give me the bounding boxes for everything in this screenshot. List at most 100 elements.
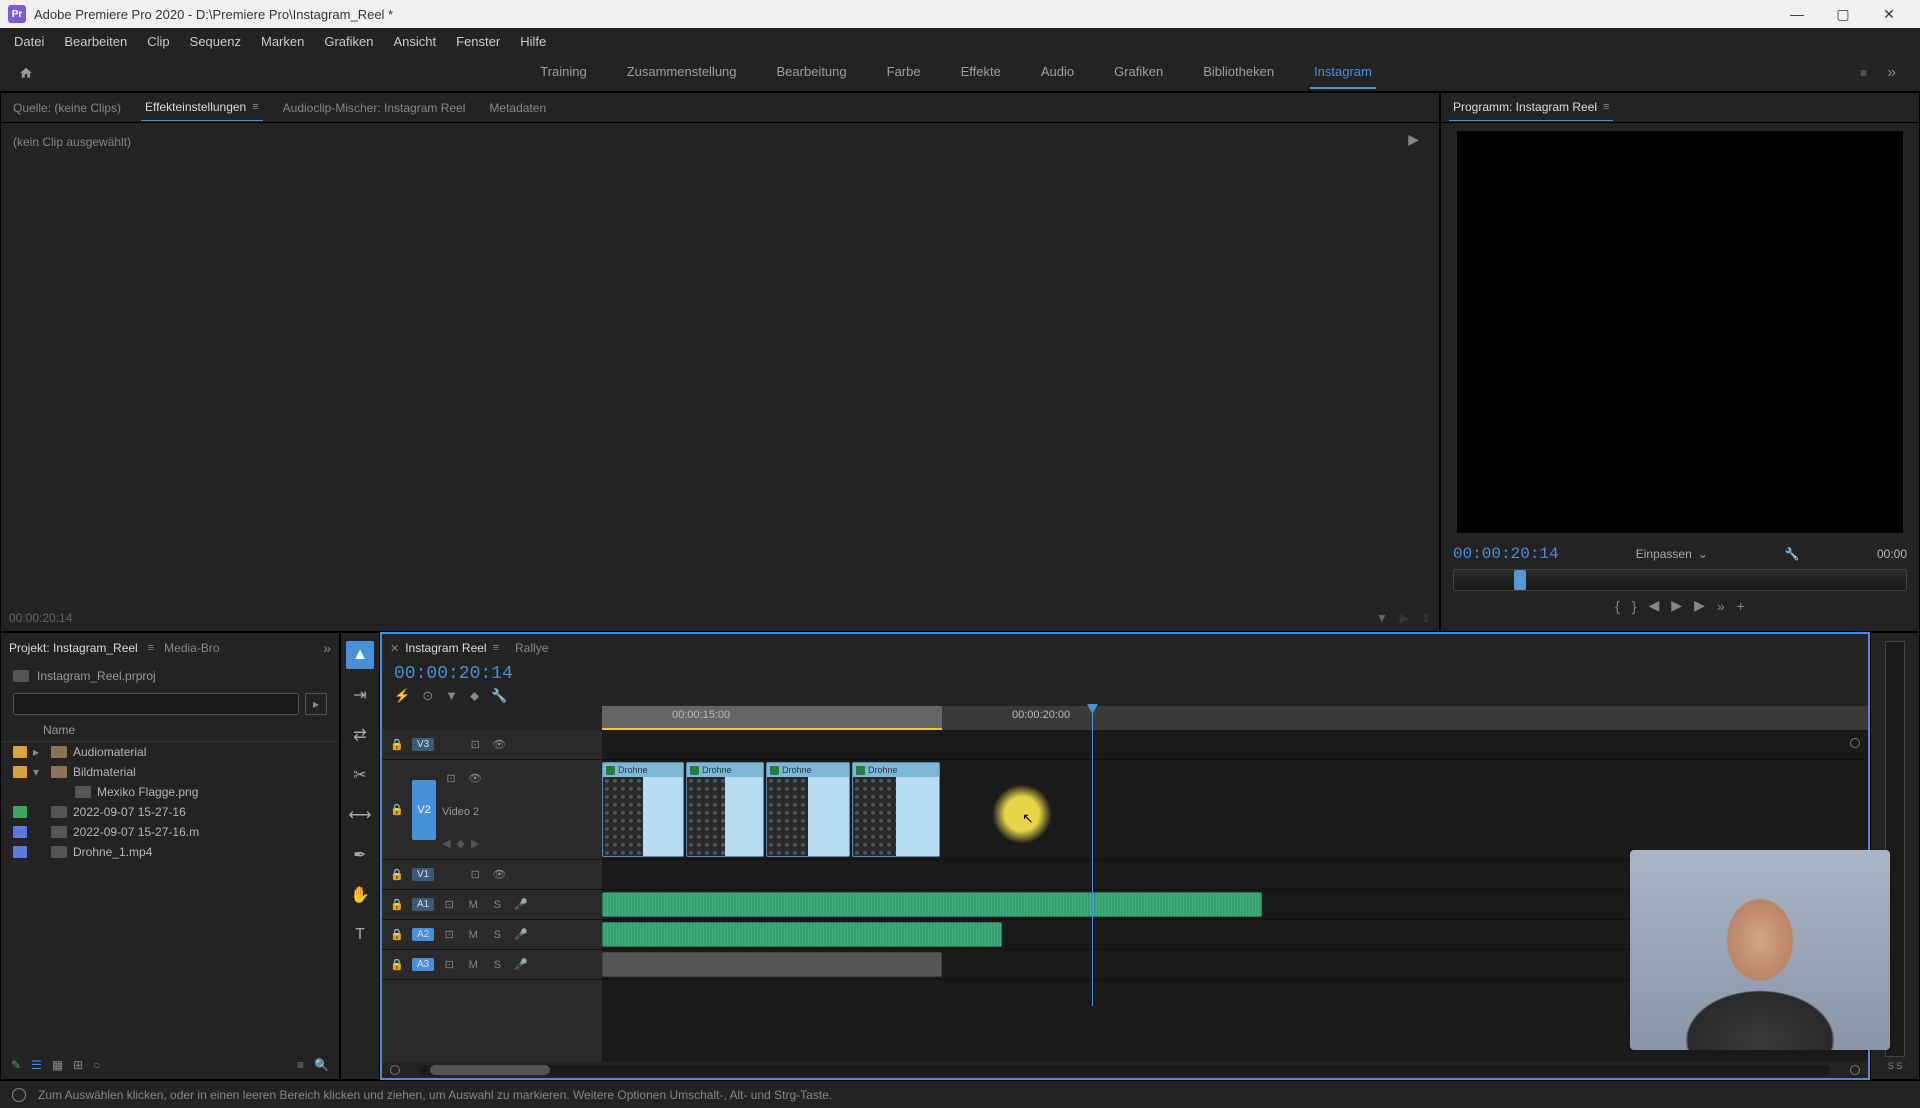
- record-icon[interactable]: 🎤: [512, 896, 530, 914]
- project-item[interactable]: Mexiko Flagge.png: [1, 782, 339, 802]
- keyframe-next-icon[interactable]: ▶: [471, 837, 479, 850]
- keyframe-add-icon[interactable]: ◆: [456, 837, 464, 850]
- step-forward-icon[interactable]: ▶: [1694, 597, 1705, 614]
- track-select-tool[interactable]: ⇥: [346, 681, 374, 709]
- export-icon[interactable]: ⇪: [1421, 611, 1431, 625]
- lock-icon[interactable]: 🔒: [388, 956, 406, 974]
- track-header-a1[interactable]: 🔒 A1 ⊡ M S 🎤: [382, 890, 602, 920]
- menu-bearbeiten[interactable]: Bearbeiten: [54, 28, 137, 54]
- workspace-overflow-icon[interactable]: »: [1875, 64, 1908, 82]
- pen-tool[interactable]: ✒: [346, 841, 374, 869]
- source-tab[interactable]: Metadaten: [485, 95, 550, 121]
- track-header-v2[interactable]: 🔒 V2 ⊡ 👁 Video 2 ◀ ◆ ▶: [382, 760, 602, 860]
- sync-lock-icon[interactable]: ⊡: [440, 956, 458, 974]
- video-clip[interactable]: Drohne: [686, 762, 764, 857]
- play-icon[interactable]: ▶: [1400, 611, 1409, 625]
- program-tab[interactable]: Programm: Instagram Reel ≡: [1449, 94, 1613, 121]
- track-label[interactable]: V3: [412, 738, 434, 751]
- playhead[interactable]: [1092, 706, 1093, 1006]
- track-target-v2[interactable]: V2: [412, 780, 436, 840]
- lock-icon[interactable]: 🔒: [388, 926, 406, 944]
- sync-lock-icon[interactable]: ⊡: [440, 896, 458, 914]
- project-bin[interactable]: ▸Audiomaterial: [1, 742, 339, 762]
- video-clip[interactable]: Drohne: [852, 762, 940, 857]
- tab-menu-icon[interactable]: ≡: [252, 101, 258, 113]
- wrench-icon[interactable]: 🔧: [491, 688, 507, 704]
- menu-fenster[interactable]: Fenster: [446, 28, 510, 54]
- workspace-tab-effekte[interactable]: Effekte: [957, 56, 1005, 89]
- track-options-icon[interactable]: [1850, 738, 1860, 748]
- project-search-input[interactable]: [13, 693, 299, 715]
- solo-button[interactable]: S: [488, 926, 506, 944]
- keyframe-prev-icon[interactable]: ◀: [442, 837, 450, 850]
- source-tab[interactable]: Quelle: (keine Clips): [9, 95, 125, 121]
- work-area-bar[interactable]: [602, 706, 942, 730]
- fx-badge-icon[interactable]: [690, 766, 699, 775]
- hand-tool[interactable]: ✋: [346, 881, 374, 909]
- mark-in-icon[interactable]: {: [1615, 598, 1620, 614]
- type-tool[interactable]: T: [346, 921, 374, 949]
- selection-tool[interactable]: ▲: [346, 641, 374, 669]
- timeline-ruler[interactable]: 00:00:15:00 00:00:20:00: [602, 706, 1868, 730]
- track-header-a2[interactable]: 🔒 A2 ⊡ M S 🎤: [382, 920, 602, 950]
- eye-icon[interactable]: 👁: [466, 769, 484, 787]
- find-icon[interactable]: 🔍: [314, 1058, 329, 1072]
- menu-clip[interactable]: Clip: [137, 28, 179, 54]
- workspace-tab-zusammenstellung[interactable]: Zusammenstellung: [623, 56, 741, 89]
- track-label[interactable]: V1: [412, 868, 434, 881]
- mute-button[interactable]: M: [464, 926, 482, 944]
- wrench-icon[interactable]: 🔧: [1785, 547, 1800, 561]
- solo-button[interactable]: S: [488, 896, 506, 914]
- tab-menu-icon[interactable]: ≡: [493, 642, 499, 654]
- close-button[interactable]: ✕: [1866, 0, 1912, 28]
- track-v3[interactable]: [602, 730, 1868, 760]
- track-label[interactable]: A2: [412, 928, 434, 941]
- minimize-button[interactable]: ―: [1774, 0, 1820, 28]
- project-tab[interactable]: Projekt: Instagram_Reel: [9, 641, 138, 655]
- source-tab[interactable]: Audioclip-Mischer: Instagram Reel: [279, 95, 470, 121]
- timeline-timecode[interactable]: 00:00:20:14: [394, 664, 513, 684]
- add-icon[interactable]: +: [1737, 598, 1745, 614]
- workspace-tab-bibliotheken[interactable]: Bibliotheken: [1199, 56, 1278, 89]
- media-browser-tab[interactable]: Media-Bro: [164, 641, 219, 655]
- sequence-tab-rallye[interactable]: Rallye: [515, 641, 548, 655]
- overflow-icon[interactable]: »: [1717, 598, 1725, 614]
- lock-icon[interactable]: 🔒: [388, 801, 406, 819]
- expand-arrow-icon[interactable]: ▸: [33, 745, 45, 759]
- tab-menu-icon[interactable]: ≡: [148, 642, 154, 654]
- bin-back-icon[interactable]: [13, 670, 29, 682]
- eye-icon[interactable]: 👁: [490, 866, 508, 884]
- mute-button[interactable]: M: [464, 956, 482, 974]
- record-icon[interactable]: 🎤: [512, 926, 530, 944]
- expand-arrow-icon[interactable]: ▾: [33, 765, 45, 779]
- scrollbar-thumb[interactable]: [430, 1065, 550, 1075]
- maximize-button[interactable]: ▢: [1820, 0, 1866, 28]
- mute-button[interactable]: M: [464, 896, 482, 914]
- track-v2[interactable]: DrohneDrohneDrohneDrohne ↖: [602, 760, 1868, 860]
- sync-lock-icon[interactable]: ⊡: [466, 866, 484, 884]
- track-label[interactable]: A1: [412, 898, 434, 911]
- panel-expand-icon[interactable]: ▶: [1408, 131, 1419, 148]
- audio-clip[interactable]: [602, 892, 1262, 917]
- sync-lock-icon[interactable]: ⊡: [440, 926, 458, 944]
- step-back-icon[interactable]: ◀: [1649, 597, 1660, 614]
- menu-datei[interactable]: Datei: [4, 28, 54, 54]
- new-bin-button[interactable]: ▸: [305, 693, 327, 715]
- column-name[interactable]: Name: [43, 723, 75, 737]
- workspace-tab-instagram[interactable]: Instagram: [1310, 56, 1376, 89]
- ripple-edit-tool[interactable]: ⇄: [346, 721, 374, 749]
- program-scrubber[interactable]: [1453, 569, 1907, 591]
- menu-sequenz[interactable]: Sequenz: [180, 28, 251, 54]
- audio-clip[interactable]: [602, 922, 1002, 947]
- linked-selection-icon[interactable]: ⊙: [422, 688, 433, 704]
- lock-icon[interactable]: 🔒: [388, 896, 406, 914]
- home-icon[interactable]: [12, 59, 40, 87]
- settings-icon[interactable]: ⬥: [470, 688, 479, 704]
- lock-icon[interactable]: 🔒: [388, 866, 406, 884]
- play-button[interactable]: ▶: [1671, 597, 1682, 614]
- workspace-tab-audio[interactable]: Audio: [1037, 56, 1078, 89]
- lock-icon[interactable]: 🔒: [388, 736, 406, 754]
- project-item[interactable]: Drohne_1.mp4: [1, 842, 339, 862]
- zoom-in-icon[interactable]: [1850, 1065, 1860, 1075]
- project-item[interactable]: 2022-09-07 15-27-16: [1, 802, 339, 822]
